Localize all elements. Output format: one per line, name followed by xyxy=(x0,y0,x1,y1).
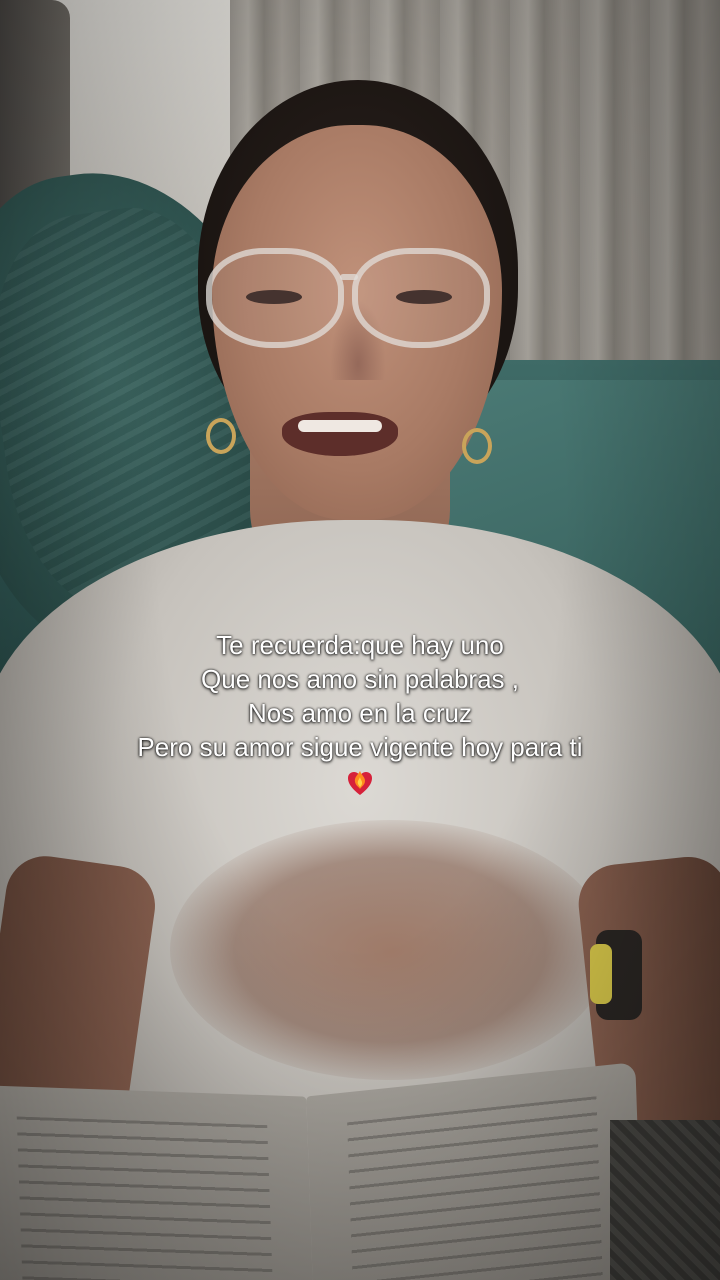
caption-line-4: Pero su amor sigue vigente hoy para ti xyxy=(137,732,583,762)
book-right-page xyxy=(306,1062,643,1280)
caption-line-1: Te recuerda:que hay uno xyxy=(216,630,504,660)
wristwatch xyxy=(590,930,642,1020)
glasses xyxy=(200,248,500,358)
left-earring xyxy=(206,418,236,454)
open-book xyxy=(0,1062,644,1280)
mouth xyxy=(282,412,398,456)
caption-line-3: Nos amo en la cruz xyxy=(248,698,472,728)
hands xyxy=(170,820,610,1080)
caption-overlay: Te recuerda:que hay uno Que nos amo sin … xyxy=(0,628,720,806)
glasses-left-lens xyxy=(206,248,344,348)
glasses-right-lens xyxy=(352,248,490,348)
right-earring xyxy=(462,428,492,464)
rug xyxy=(610,1120,720,1280)
video-frame: Te recuerda:que hay uno Que nos amo sin … xyxy=(0,0,720,1280)
heart-on-fire-icon xyxy=(345,768,375,798)
book-left-page xyxy=(0,1085,314,1280)
caption-line-2: Que nos amo sin palabras , xyxy=(201,664,519,694)
